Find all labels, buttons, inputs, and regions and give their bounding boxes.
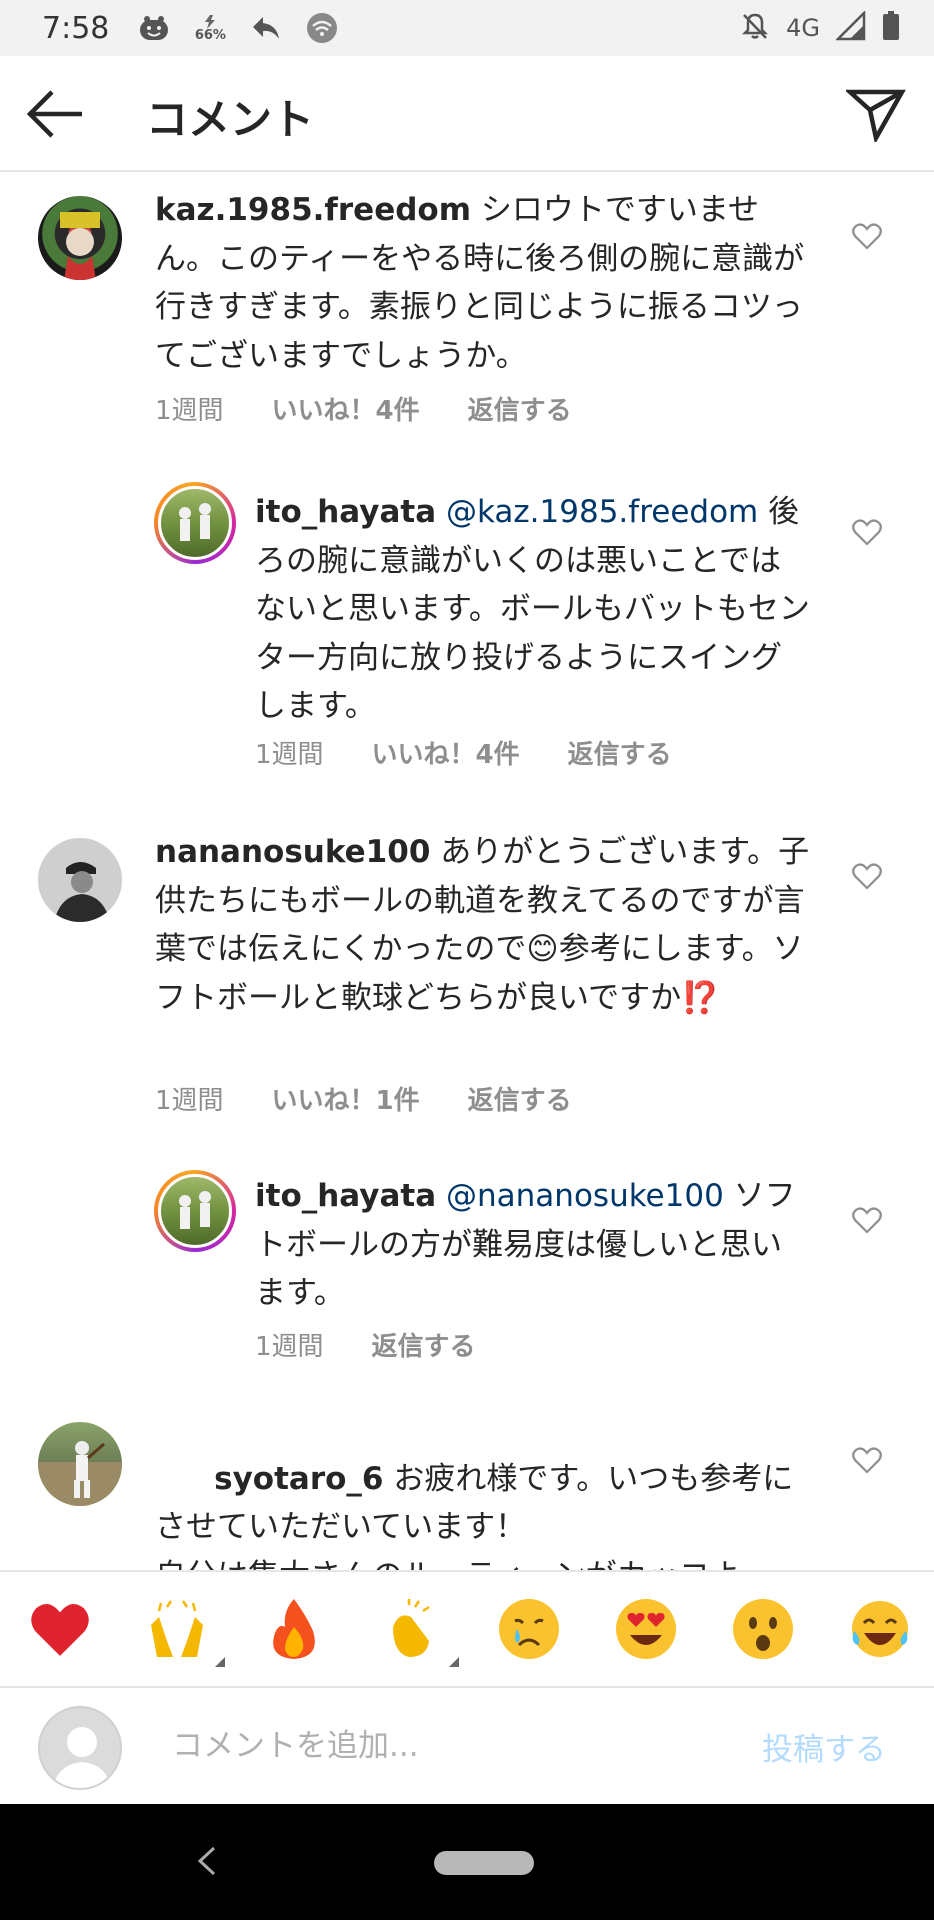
comment-username[interactable]: nananosuke100	[155, 834, 430, 870]
wifi-icon	[305, 13, 339, 43]
reply-button[interactable]: 返信する	[468, 390, 572, 427]
comment-time: 1週間	[255, 1332, 324, 1362]
comment-time: 1週間	[155, 396, 224, 426]
raising-hands-emoji-button[interactable]	[143, 1595, 226, 1667]
heart-eyes-emoji-button[interactable]	[612, 1595, 680, 1663]
comment-meta: 1週間 いいね！1件 返信する	[155, 1080, 572, 1117]
avatar[interactable]	[154, 1170, 236, 1252]
fire-emoji-button[interactable]	[260, 1595, 328, 1663]
comment-mention[interactable]: @nananosuke100	[436, 1178, 724, 1214]
comment-username[interactable]: ito_hayata	[255, 494, 436, 530]
silent-icon	[740, 11, 770, 45]
paper-plane-icon	[844, 89, 906, 145]
heart-icon[interactable]	[852, 862, 882, 890]
comment-text: ito_hayata @kaz.1985.freedom 後ろの腕に意識がいくの…	[255, 488, 810, 731]
arrow-left-icon	[26, 90, 82, 138]
comment-text: syotaro_6 お疲れ様です。いつも参考にさせていただいています！ 自分は隼…	[155, 1406, 820, 1571]
comment-username[interactable]: syotaro_6	[214, 1461, 383, 1497]
quick-reaction-bar	[0, 1570, 934, 1686]
comment-text: ito_hayata @nananosuke100 ソフトボールの方が難易度は優…	[255, 1172, 810, 1318]
comment-text: nananosuke100 ありがとうございます。子供たちにもボールの軌道を教え…	[155, 828, 810, 1022]
heart-emoji-button[interactable]	[26, 1595, 94, 1663]
reply-button[interactable]: 返信する	[468, 1080, 572, 1117]
comment-input[interactable]	[172, 1718, 732, 1774]
comment-likes[interactable]: いいね！4件	[372, 734, 520, 771]
battery-saver-icon: 66%	[193, 13, 227, 43]
surprised-face-emoji-button[interactable]	[729, 1595, 797, 1663]
reply-button[interactable]: 返信する	[372, 1326, 476, 1363]
avatar[interactable]	[38, 838, 122, 922]
back-button[interactable]	[26, 88, 86, 140]
share-button[interactable]	[844, 86, 906, 145]
clapping-hands-emoji-button[interactable]	[377, 1595, 460, 1667]
header: コメント	[0, 56, 934, 172]
network-type: 4G	[786, 14, 820, 42]
comment-mention[interactable]: @kaz.1985.freedom	[436, 494, 758, 530]
comment-list[interactable]: kaz.1985.freedom シロウトですいません。このティーをやる時に後ろ…	[0, 172, 934, 1570]
tears-of-joy-emoji-button[interactable]	[846, 1595, 914, 1663]
nav-home-pill[interactable]	[434, 1851, 534, 1875]
heart-icon[interactable]	[852, 1446, 882, 1474]
battery-percent: 66%	[194, 27, 226, 43]
comment-text: kaz.1985.freedom シロウトですいません。このティーをやる時に後ろ…	[155, 186, 810, 380]
heart-icon[interactable]	[852, 518, 882, 546]
avatar[interactable]	[38, 1422, 122, 1506]
comment-meta: 1週間 返信する	[255, 1326, 476, 1363]
nav-back-icon[interactable]	[194, 1844, 218, 1878]
skin-tone-indicator	[215, 1657, 226, 1667]
comment-meta: 1週間 いいね！4件 返信する	[155, 390, 572, 427]
comment-input-bar: 投稿する	[0, 1686, 934, 1804]
heart-icon[interactable]	[852, 222, 882, 250]
comment-username[interactable]: ito_hayata	[255, 1178, 436, 1214]
battery-icon	[882, 11, 900, 45]
avatar	[38, 1706, 122, 1790]
heart-icon[interactable]	[852, 1206, 882, 1234]
face-icon	[137, 13, 171, 43]
status-left-icons: 66%	[137, 13, 339, 43]
reply-button[interactable]: 返信する	[568, 734, 672, 771]
comment-likes[interactable]: いいね！1件	[272, 1080, 420, 1117]
avatar[interactable]	[154, 482, 236, 564]
status-right-icons: 4G	[740, 9, 900, 45]
status-bar: 7:58 66% 4G	[0, 0, 934, 56]
comment-username[interactable]: kaz.1985.freedom	[155, 192, 471, 228]
avatar[interactable]	[38, 196, 122, 280]
system-nav-bar	[0, 1804, 934, 1920]
signal-icon	[834, 9, 866, 45]
status-time: 7:58	[42, 10, 110, 46]
comment-meta: 1週間 いいね！4件 返信する	[255, 734, 672, 771]
reply-icon	[249, 13, 283, 43]
page-title: コメント	[146, 95, 315, 144]
comment-time: 1週間	[255, 740, 324, 770]
skin-tone-indicator	[449, 1657, 460, 1667]
comment-likes[interactable]: いいね！4件	[272, 390, 420, 427]
comment-time: 1週間	[155, 1086, 224, 1116]
post-button[interactable]: 投稿する	[762, 1724, 886, 1769]
crying-face-emoji-button[interactable]	[495, 1595, 563, 1663]
